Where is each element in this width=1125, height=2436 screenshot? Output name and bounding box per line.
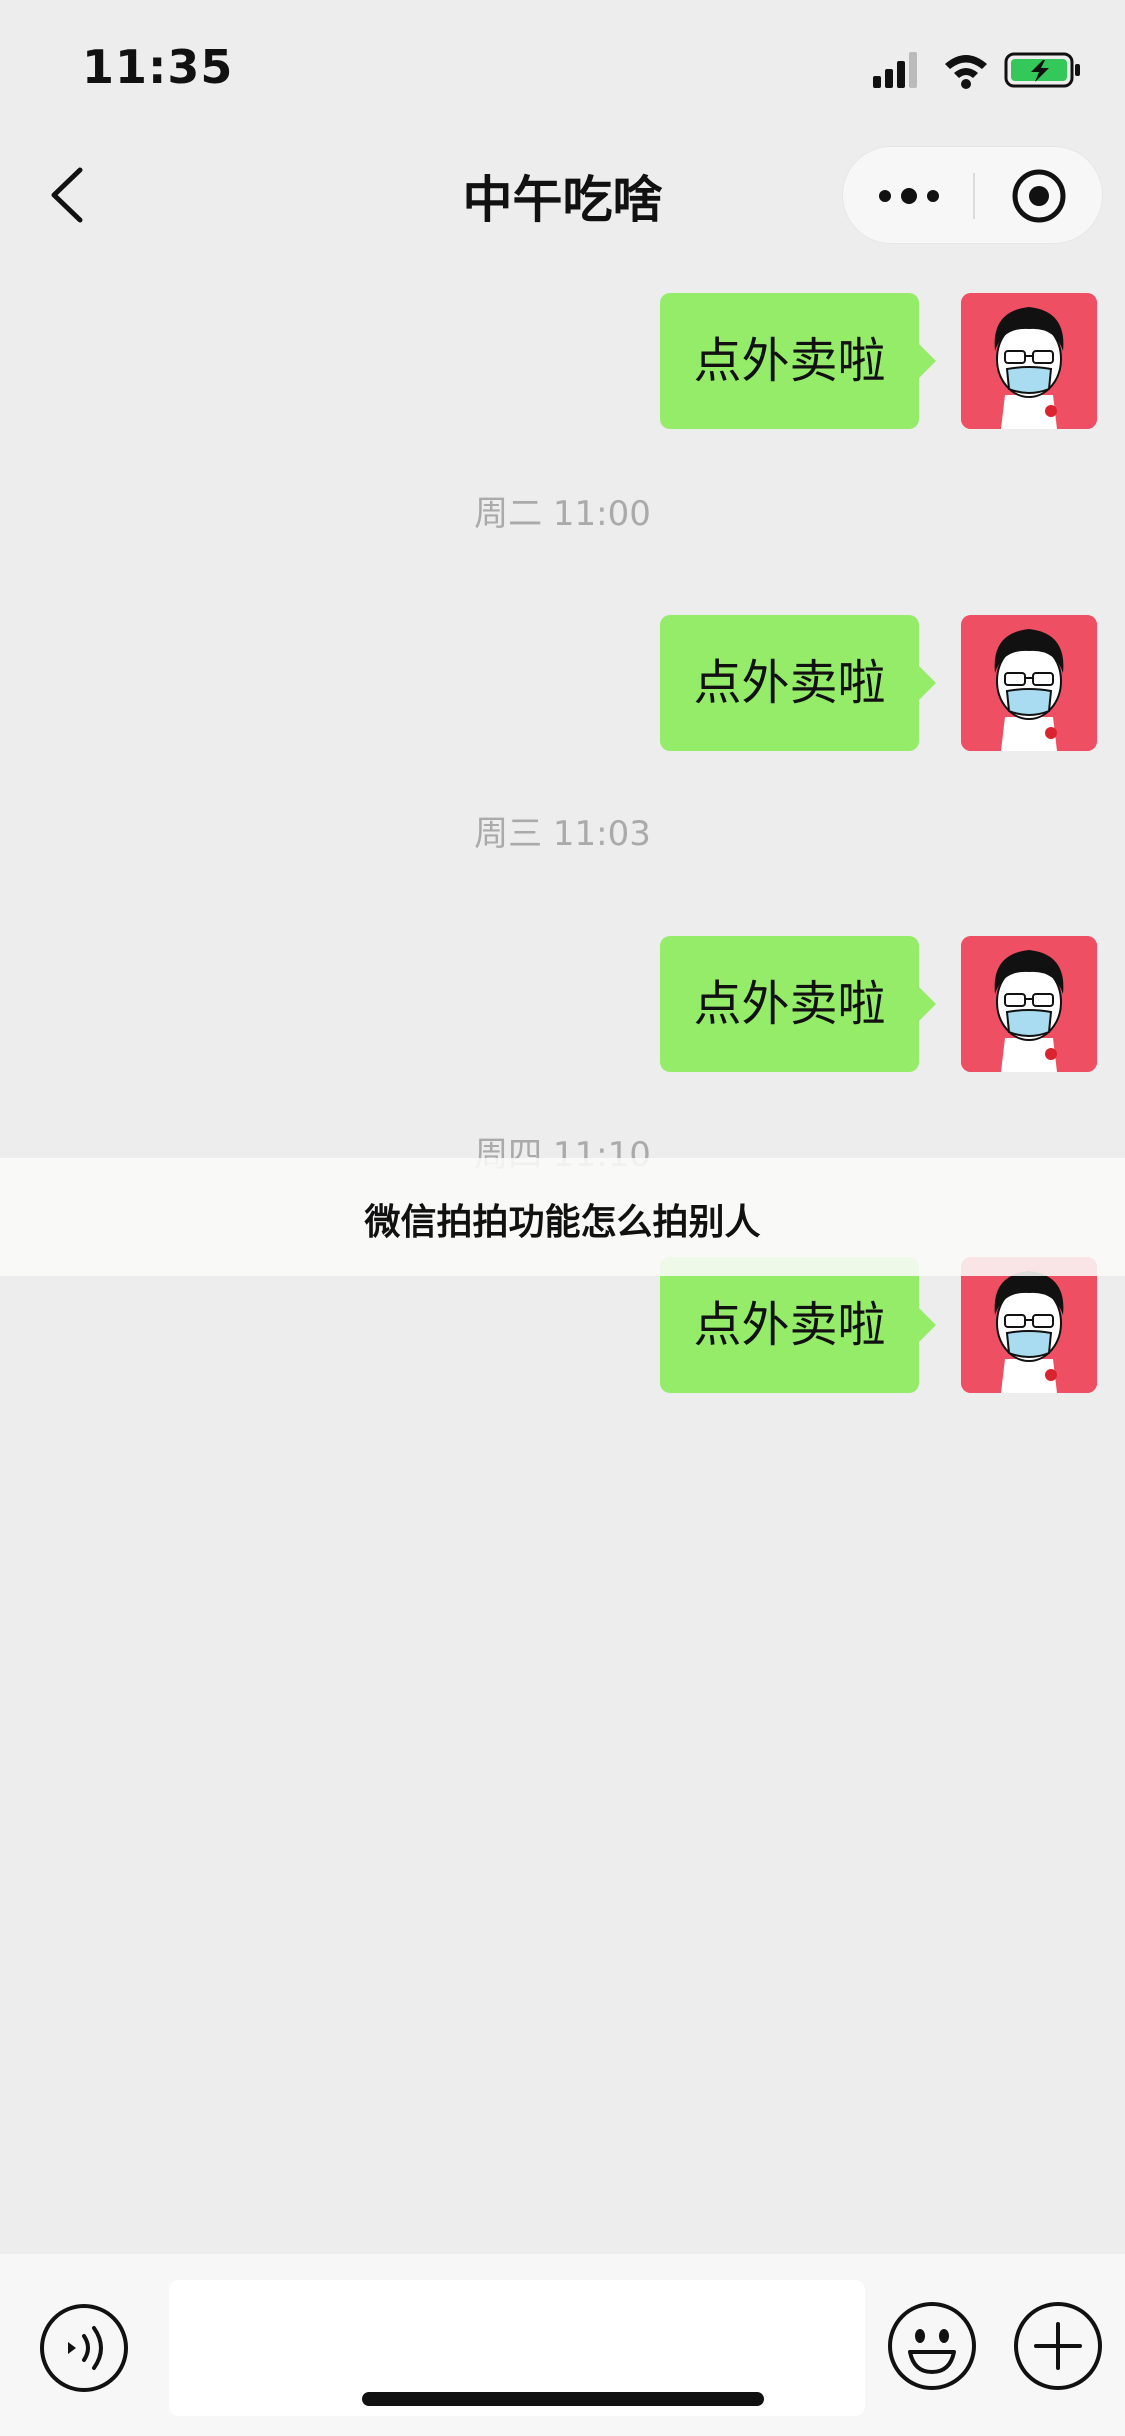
capsule-divider xyxy=(973,173,975,219)
avatar[interactable] xyxy=(961,1257,1097,1393)
voice-button[interactable] xyxy=(38,2302,130,2394)
message-row: 点外卖啦 xyxy=(97,936,1097,1072)
caption-text: 微信拍拍功能怎么拍别人 xyxy=(364,1202,761,1243)
emoji-icon xyxy=(888,2302,976,2390)
emoji-button[interactable] xyxy=(886,2300,978,2392)
close-mini-program-button[interactable] xyxy=(1001,166,1077,226)
avatar[interactable] xyxy=(961,936,1097,1072)
caption-banner: 微信拍拍功能怎么拍别人 xyxy=(0,1158,1125,1276)
avatar[interactable] xyxy=(961,293,1097,429)
avatar[interactable] xyxy=(961,615,1097,751)
wifi-icon xyxy=(945,55,987,89)
timestamp: 周二 11:00 xyxy=(474,494,651,534)
nav-bar: 中午吃啥 xyxy=(0,132,1125,258)
message-bubble[interactable]: 点外卖啦 xyxy=(660,293,936,429)
avatar-cartoon-icon xyxy=(961,293,1097,429)
status-icons xyxy=(873,48,1083,90)
input-bar xyxy=(0,2254,1125,2436)
message-bubble[interactable]: 点外卖啦 xyxy=(660,936,936,1072)
battery-icon xyxy=(1004,52,1080,88)
home-indicator xyxy=(362,2392,764,2406)
more-button[interactable] xyxy=(871,166,947,226)
plus-icon xyxy=(1014,2302,1102,2390)
avatar-cartoon-icon xyxy=(961,936,1097,1072)
timestamp: 周三 11:03 xyxy=(474,814,651,854)
avatar-cartoon-icon xyxy=(961,1257,1097,1393)
message-row: 点外卖啦 xyxy=(97,1257,1097,1393)
message-bubble[interactable]: 点外卖啦 xyxy=(660,1257,936,1393)
mini-program-capsule xyxy=(842,146,1103,244)
message-row: 点外卖啦 xyxy=(97,293,1097,429)
avatar-cartoon-icon xyxy=(961,615,1097,751)
more-dots-icon xyxy=(879,188,939,204)
plus-button[interactable] xyxy=(1012,2300,1104,2392)
message-bubble[interactable]: 点外卖啦 xyxy=(660,615,936,751)
message-row: 点外卖啦 xyxy=(97,615,1097,751)
status-bar: 11:35 xyxy=(0,0,1125,132)
status-time: 11:35 xyxy=(82,40,234,94)
voice-icon xyxy=(40,2304,128,2392)
target-circle-icon xyxy=(1012,169,1066,223)
signal-icon xyxy=(873,52,917,88)
